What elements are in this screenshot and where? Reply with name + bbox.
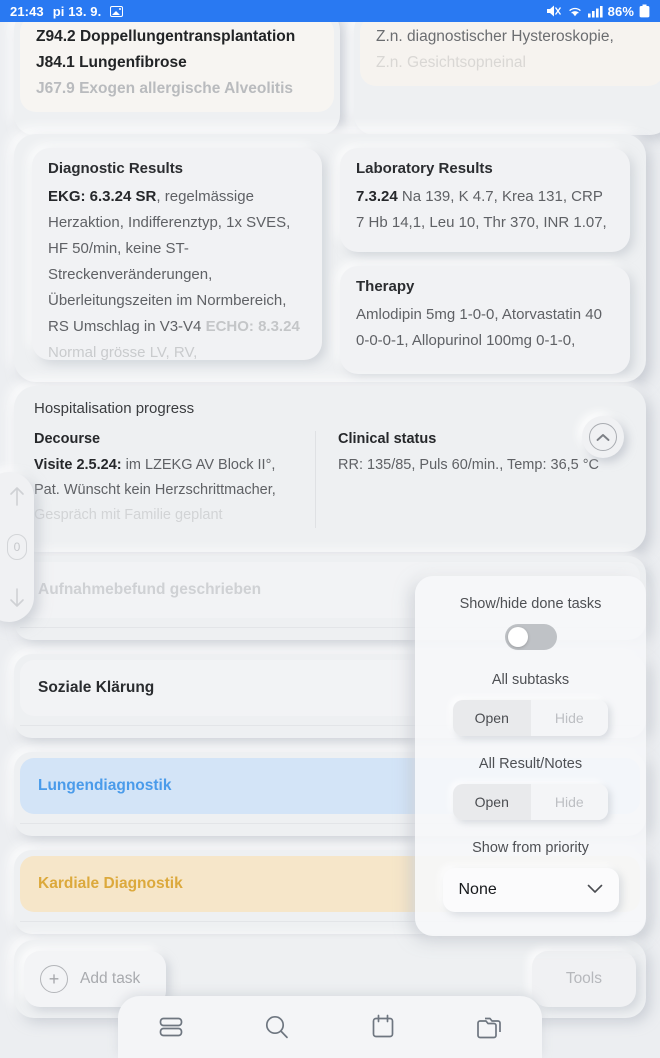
echo-label: ECHO: 8.3.24 [205, 318, 300, 335]
tools-button[interactable]: Tools [531, 951, 636, 1007]
show-from-priority-label: Show from priority [472, 840, 589, 856]
wifi-icon [568, 7, 581, 16]
plus-icon: + [40, 965, 68, 993]
image-icon [110, 5, 124, 17]
diagnostic-results-body: EKG: 6.3.24 SR, regelmässige Herzaktion,… [48, 184, 306, 360]
decourse-faded-text: Gespräch mit Familie geplant [34, 507, 223, 523]
ekg-label: EKG: 6.3.24 SR [48, 188, 157, 205]
folders-icon[interactable] [461, 1005, 517, 1049]
diagnosis-line: J67.9 Exogen allergische Alveolitis [36, 80, 294, 97]
bottom-navigation-bar [118, 996, 542, 1058]
mute-icon [546, 5, 561, 17]
echo-text: Normal grösse LV, RV, [48, 344, 198, 360]
scroll-up-icon[interactable] [7, 485, 27, 507]
side-scroll-pill[interactable]: 0 [0, 472, 34, 622]
calendar-icon[interactable] [355, 1005, 411, 1049]
results-left-column: Diagnostic Results EKG: 6.3.24 SR, regel… [32, 148, 322, 360]
laboratory-results-title: Laboratory Results [356, 160, 493, 177]
tools-label: Tools [565, 970, 602, 987]
all-subtasks-segmented-control: Open Hide [453, 700, 608, 736]
search-icon[interactable] [249, 1005, 305, 1049]
scroll-down-icon[interactable] [7, 587, 27, 609]
add-task-label: Add task [80, 970, 141, 987]
diagnostic-results-title: Diagnostic Results [48, 160, 184, 177]
results-section: Diagnostic Results EKG: 6.3.24 SR, regel… [14, 134, 646, 382]
status-time: 21:43 [10, 3, 44, 19]
diagnosis-line: Z94.2 Doppellungentransplantation [36, 28, 296, 45]
laboratory-results-card[interactable]: Laboratory Results 7.3.24 Na 139, K 4.7,… [340, 148, 630, 252]
all-results-hide-button[interactable]: Hide [530, 784, 608, 820]
status-bar-left: 21:43 pi 13. 9. [10, 3, 124, 19]
clinical-status-column[interactable]: Clinical status RR: 135/85, Puls 60/min.… [316, 431, 606, 528]
clinical-status-heading: Clinical status [338, 431, 437, 447]
results-right-column: Laboratory Results 7.3.24 Na 139, K 4.7,… [340, 148, 630, 374]
battery-icon [639, 4, 650, 18]
toggle-knob [507, 627, 528, 647]
status-bar-right: 86% [546, 4, 650, 19]
therapy-card[interactable]: Therapy Amlodipin 5mg 1-0-0, Atorvastati… [340, 266, 630, 374]
visit-label: Visite 2.5.24: [34, 457, 122, 473]
priority-dropdown-value: None [458, 881, 497, 898]
chevron-up-icon [589, 423, 617, 451]
diagnoses-left-shell: Z94.2 Doppellungentransplantation J84.1 … [14, 10, 340, 135]
decourse-column[interactable]: Decourse Visite 2.5.24: im LZEKG AV Bloc… [34, 431, 316, 528]
ekg-text: , regelmässige Herzaktion, Indifferenzty… [48, 188, 291, 335]
battery-percent: 86% [607, 3, 634, 19]
all-results-notes-label: All Result/Notes [478, 756, 583, 772]
app-screen: 21:43 pi 13. 9. 86% Z94.2 Doppellungentr… [0, 0, 660, 1058]
diagnoses-right-shell: Z.n. diagnostischer Hysteroskopie, Z.n. … [354, 10, 660, 135]
all-results-open-button[interactable]: Open [453, 784, 531, 820]
diagnostic-results-card[interactable]: Diagnostic Results EKG: 6.3.24 SR, regel… [32, 148, 322, 360]
status-bar: 21:43 pi 13. 9. 86% [0, 0, 660, 22]
hospitalisation-columns: Decourse Visite 2.5.24: im LZEKG AV Bloc… [34, 431, 626, 528]
show-hide-done-tasks-label: Show/hide done tasks [459, 596, 602, 612]
therapy-body: Amlodipin 5mg 1-0-0, Atorvastatin 40 0-0… [356, 306, 602, 349]
decourse-text: Visite 2.5.24: im LZEKG AV Block II°, Pa… [34, 453, 299, 528]
display-settings-popover: Show/hide done tasks All subtasks Open H… [415, 576, 646, 936]
laboratory-results-body: 7.3.24 Na 139, K 4.7, Krea 131, CRP 7 Hb… [356, 184, 614, 236]
hospitalisation-progress-card: Hospitalisation progress Decourse Visite… [14, 386, 646, 552]
history-line: Z.n. diagnostischer Hysteroskopie, [376, 28, 614, 45]
clinical-status-text: RR: 135/85, Puls 60/min., Temp: 36,5 °C [338, 457, 600, 473]
status-date: pi 13. 9. [52, 3, 102, 19]
collapse-button[interactable] [582, 416, 624, 458]
all-subtasks-hide-button[interactable]: Hide [530, 700, 608, 736]
all-results-segmented-control: Open Hide [453, 784, 608, 820]
all-subtasks-open-button[interactable]: Open [453, 700, 531, 736]
decourse-heading: Decourse [34, 431, 101, 447]
side-counter-badge[interactable]: 0 [7, 533, 27, 560]
history-line: Z.n. Gesichtsopneinal [376, 54, 526, 71]
chevron-down-icon [587, 881, 603, 899]
show-hide-done-tasks-toggle[interactable] [504, 624, 557, 650]
lab-date: 7.3.24 [356, 188, 398, 205]
diagnoses-left-card[interactable]: Z94.2 Doppellungentransplantation J84.1 … [20, 16, 334, 112]
list-icon[interactable] [143, 1005, 199, 1049]
diagnosis-line: J84.1 Lungenfibrose [36, 54, 187, 71]
hospitalisation-title: Hospitalisation progress [34, 400, 195, 417]
priority-dropdown[interactable]: None [442, 868, 619, 912]
diagnoses-row: Z94.2 Doppellungentransplantation J84.1 … [14, 10, 660, 135]
all-subtasks-label: All subtasks [491, 672, 570, 688]
signal-icon [587, 5, 603, 17]
diagnoses-right-card[interactable]: Z.n. diagnostischer Hysteroskopie, Z.n. … [360, 16, 660, 86]
therapy-title: Therapy [356, 278, 415, 295]
